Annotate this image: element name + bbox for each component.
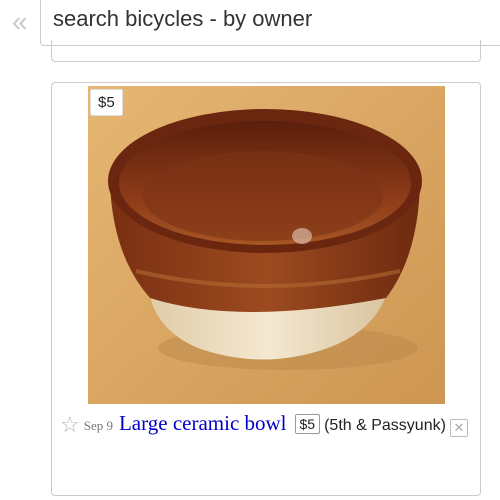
trash-icon[interactable]: ✕	[449, 419, 468, 437]
listing-photo[interactable]: $5	[88, 86, 445, 404]
listing-title-link[interactable]: Large ceramic bowl	[119, 411, 287, 435]
previous-listing-card	[51, 40, 481, 62]
listing-info: ☆ Sep 9 Large ceramic bowl $5 (5th & Passyun…	[60, 409, 472, 440]
star-icon[interactable]: ☆	[60, 411, 80, 439]
search-query-text[interactable]: search bicycles - by owner	[53, 6, 312, 32]
ceramic-bowl-image	[88, 86, 445, 404]
listing-card[interactable]: $5 ☆ Sep 9 Large ceramic bowl $5 (5th & Pass…	[51, 82, 481, 496]
listing-price: $5	[294, 414, 321, 434]
listing-neighborhood: (5th & Passyunk)	[324, 417, 446, 434]
listing-date: Sep 9	[83, 418, 113, 433]
price-tag: $5	[90, 89, 123, 116]
double-chevron-left-icon[interactable]: «	[12, 8, 28, 36]
